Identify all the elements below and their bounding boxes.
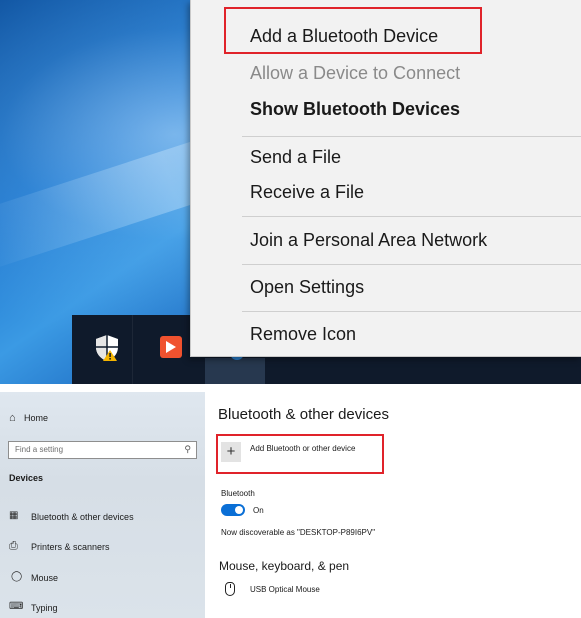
sidebar-item-typing[interactable]: Typing — [31, 603, 58, 613]
mouse-icon: ◯ — [11, 571, 23, 582]
tray-selected-highlight — [205, 358, 265, 384]
menu-separator — [242, 264, 581, 265]
menu-separator — [242, 216, 581, 217]
device-item-usb-optical-mouse[interactable]: USB Optical Mouse — [250, 585, 320, 594]
find-setting-placeholder: Find a setting — [15, 445, 64, 454]
sidebar-item-bluetooth-other-devices[interactable]: Bluetooth & other devices — [31, 512, 134, 522]
page-title: Bluetooth & other devices — [218, 406, 389, 423]
bluetooth-heading: Bluetooth — [221, 489, 255, 498]
usb-mouse-icon — [225, 582, 235, 596]
bluetooth-devices-icon: ▦ — [9, 510, 19, 521]
settings-sidebar: ⌂ Home Find a setting ⚲ Devices ▦ Blueto… — [0, 392, 205, 618]
menu-item-show-bluetooth-devices[interactable]: Show Bluetooth Devices — [250, 97, 460, 121]
menu-item-open-settings[interactable]: Open Settings — [250, 275, 364, 299]
menu-item-join-personal-area-network[interactable]: Join a Personal Area Network — [250, 228, 487, 252]
highlight-box-add-device — [224, 7, 482, 54]
menu-item-remove-icon[interactable]: Remove Icon — [250, 322, 356, 346]
remote-app-icon[interactable] — [160, 336, 182, 358]
panel-divider — [0, 384, 581, 392]
taskbar-divider — [132, 315, 133, 384]
menu-separator — [242, 136, 581, 137]
menu-item-send-a-file[interactable]: Send a File — [250, 145, 341, 169]
search-icon[interactable]: ⚲ — [184, 444, 191, 455]
desktop-screenshot: Add a Bluetooth Device Allow a Device to… — [0, 0, 581, 384]
sidebar-item-printers-scanners[interactable]: Printers & scanners — [31, 542, 110, 552]
mouse-keyboard-pen-heading: Mouse, keyboard, & pen — [219, 559, 350, 573]
menu-item-allow-device-to-connect: Allow a Device to Connect — [250, 63, 461, 83]
find-setting-input[interactable]: Find a setting ⚲ — [8, 441, 197, 459]
sidebar-section-title: Devices — [9, 473, 44, 483]
discoverable-status: Now discoverable as "DESKTOP-P89I6PV" — [221, 528, 376, 537]
home-icon[interactable]: ⌂ — [9, 412, 16, 424]
highlight-box-add-device-button — [216, 434, 384, 474]
settings-window: ⌂ Home Find a setting ⚲ Devices ▦ Blueto… — [0, 392, 581, 618]
sidebar-home-link[interactable]: Home — [24, 413, 48, 423]
printer-icon: ⎙ — [9, 540, 18, 552]
menu-item-receive-a-file[interactable]: Receive a File — [250, 180, 364, 204]
menu-separator — [242, 311, 581, 312]
bluetooth-context-menu: Add a Bluetooth Device Allow a Device to… — [190, 0, 581, 357]
bluetooth-toggle-state: On — [253, 506, 264, 515]
security-shield-icon[interactable] — [94, 334, 120, 362]
keyboard-icon: ⌨ — [9, 601, 24, 612]
sidebar-item-mouse[interactable]: Mouse — [31, 573, 58, 583]
bluetooth-toggle[interactable] — [221, 504, 245, 516]
